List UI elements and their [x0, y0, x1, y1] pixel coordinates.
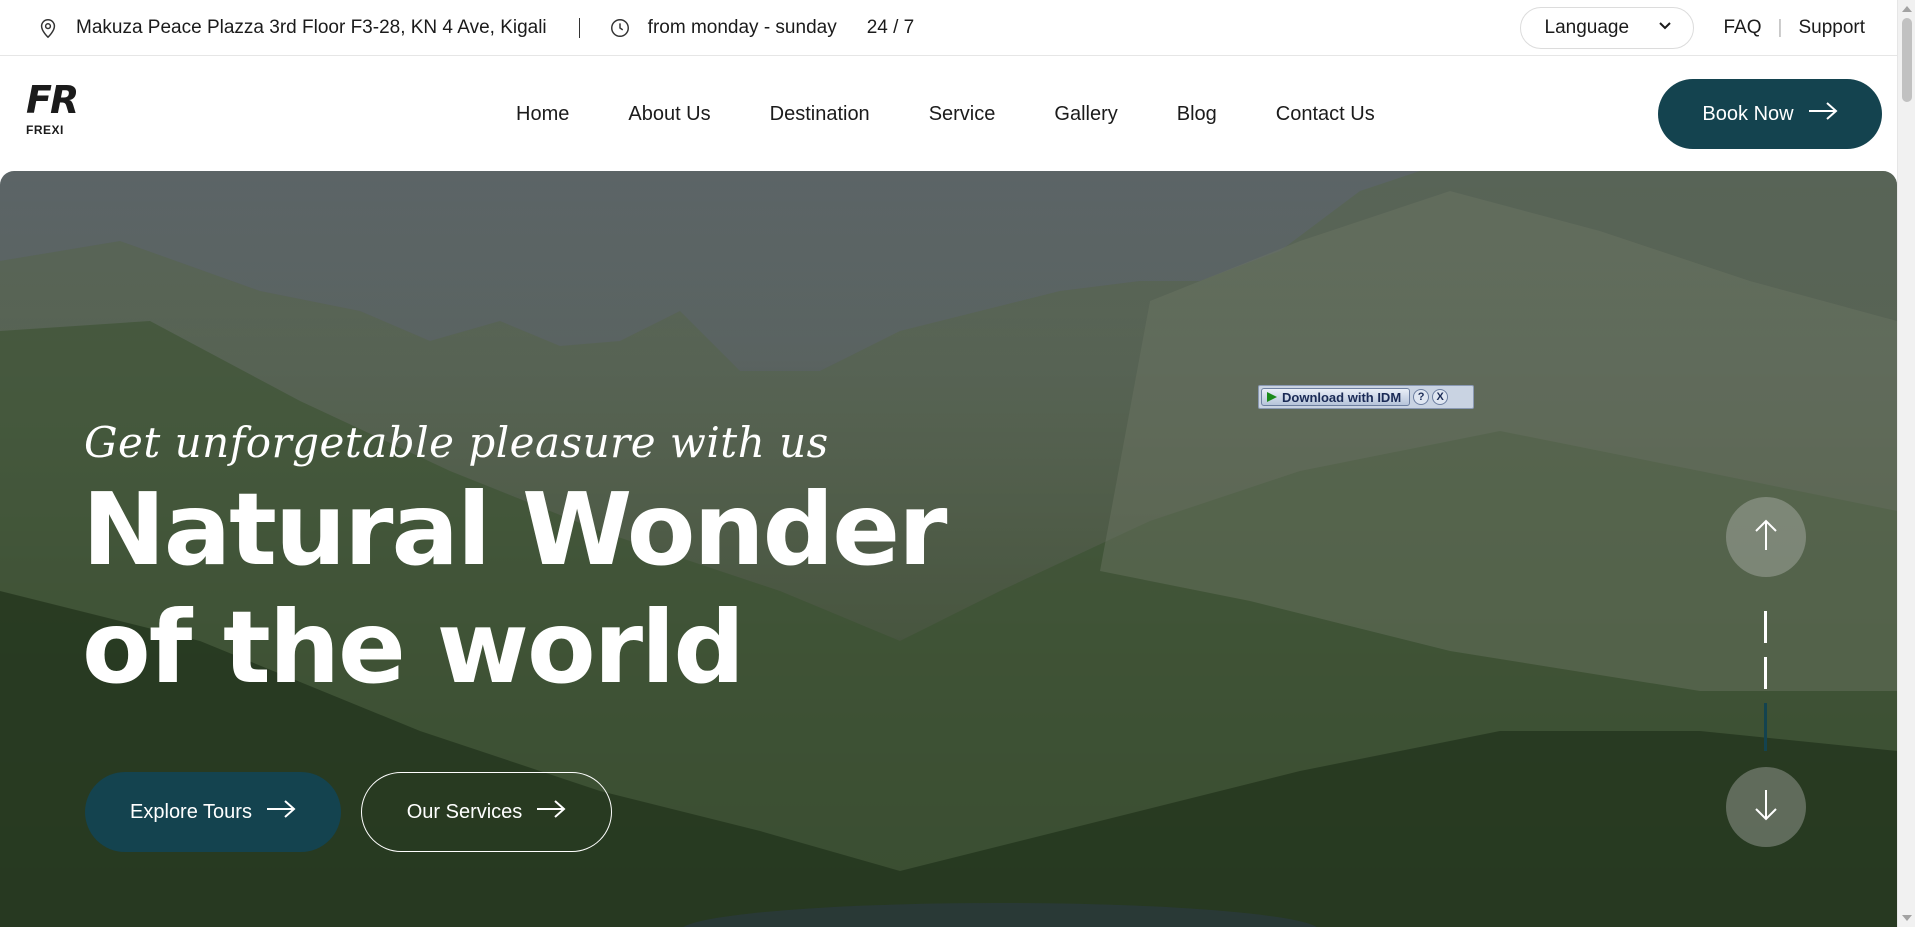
hero-title-line-1: Natural Wonder — [82, 471, 947, 588]
arrow-right-icon — [536, 799, 566, 825]
scroll-up-arrow[interactable] — [1902, 6, 1912, 12]
idm-download-label: Download with IDM — [1282, 389, 1402, 405]
divider — [578, 17, 580, 38]
explore-tours-label: Explore Tours — [130, 800, 252, 823]
nav-item-about-us[interactable]: About Us — [628, 103, 710, 126]
nav-item-gallery[interactable]: Gallery — [1054, 103, 1117, 126]
idm-download-overlay: Download with IDM ? X — [1258, 385, 1474, 409]
contact-info: Makuza Peace Plazza 3rd Floor F3-28, KN … — [0, 0, 914, 55]
our-services-label: Our Services — [406, 800, 523, 823]
book-now-label: Book Now — [1702, 102, 1794, 125]
slide-prev-button[interactable] — [1726, 497, 1806, 577]
hero-section: Get unforgetable pleasure with us Natura… — [0, 171, 1897, 927]
slide-next-button[interactable] — [1726, 767, 1806, 847]
nav-item-blog[interactable]: Blog — [1177, 103, 1217, 126]
scrollbar-thumb[interactable] — [1902, 18, 1912, 102]
slide-progress-segment — [1764, 611, 1767, 643]
arrow-up-icon — [1752, 519, 1780, 556]
explore-tours-button[interactable]: Explore Tours — [85, 772, 341, 852]
arrow-right-icon — [266, 799, 296, 825]
hero-title: Natural Wonder of the world — [82, 471, 947, 707]
logo-text: FREXI — [26, 123, 64, 137]
idm-help-button[interactable]: ? — [1413, 389, 1430, 405]
hero-title-line-2: of the world — [82, 589, 745, 706]
play-icon — [1267, 392, 1277, 402]
our-services-button[interactable]: Our Services — [361, 772, 612, 852]
slide-progress-segment — [1764, 657, 1767, 689]
chevron-down-icon — [1657, 17, 1673, 39]
nav-item-contact-us[interactable]: Contact Us — [1276, 103, 1375, 126]
arrow-down-icon — [1752, 789, 1780, 826]
nav-item-home[interactable]: Home — [516, 103, 569, 126]
address-text: Makuza Peace Plazza 3rd Floor F3-28, KN … — [76, 16, 547, 38]
main-header: FR FREXI Home About Us Destination Servi… — [0, 57, 1897, 171]
divider: | — [1777, 17, 1783, 38]
faq-link[interactable]: FAQ — [1724, 17, 1762, 39]
language-label: Language — [1544, 17, 1630, 38]
logo[interactable]: FR FREXI — [26, 78, 79, 143]
slide-progress-segment — [1764, 703, 1767, 751]
hours-text: from monday - sunday — [647, 16, 837, 38]
location-pin-icon — [36, 16, 60, 40]
arrow-right-icon — [1808, 101, 1838, 127]
support-link[interactable]: Support — [1798, 17, 1865, 39]
idm-close-button[interactable]: X — [1432, 389, 1449, 405]
main-nav: Home About Us Destination Service Galler… — [516, 57, 1375, 171]
page-scrollbar[interactable] — [1897, 0, 1915, 927]
slide-progress-track — [1764, 611, 1767, 751]
idm-download-button[interactable]: Download with IDM — [1261, 388, 1411, 406]
clock-icon — [608, 16, 632, 40]
hero-tagline: Get unforgetable pleasure with us — [84, 418, 829, 467]
nav-item-service[interactable]: Service — [929, 103, 996, 126]
book-now-button[interactable]: Book Now — [1658, 79, 1882, 149]
language-select[interactable]: Language — [1519, 7, 1694, 49]
topbar-actions: Language FAQ | Support — [1519, 0, 1898, 56]
scroll-down-arrow[interactable] — [1902, 915, 1912, 921]
top-info-bar: Makuza Peace Plazza 3rd Floor F3-28, KN … — [0, 0, 1897, 56]
logo-mark: FR — [26, 78, 79, 122]
availability-text: 24 / 7 — [866, 16, 915, 38]
nav-item-destination[interactable]: Destination — [770, 103, 870, 126]
